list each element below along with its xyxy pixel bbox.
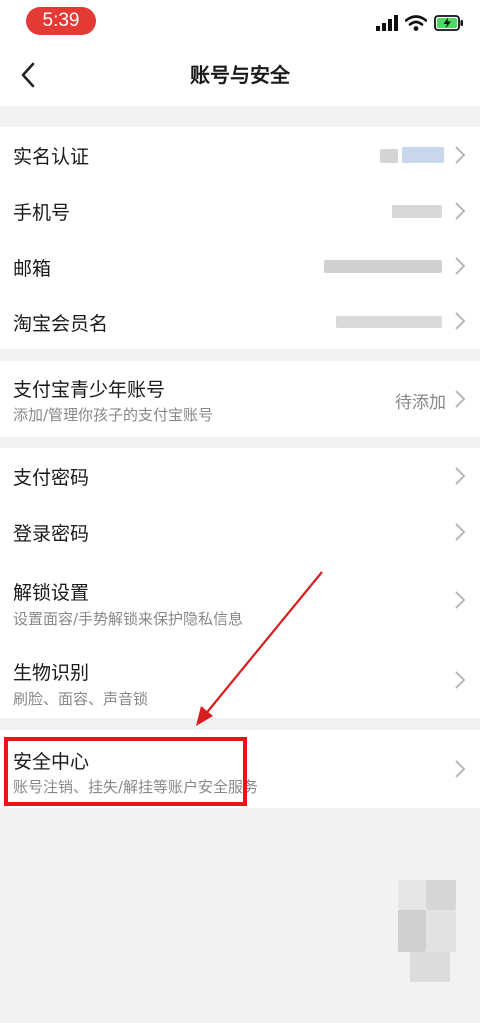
annotation-arrow-icon [196,571,323,726]
app-screen: 5:39 账号与安全 实名认证 手机号 邮箱 淘宝会员名 支付宝青少年账号 添加… [0,0,480,1023]
